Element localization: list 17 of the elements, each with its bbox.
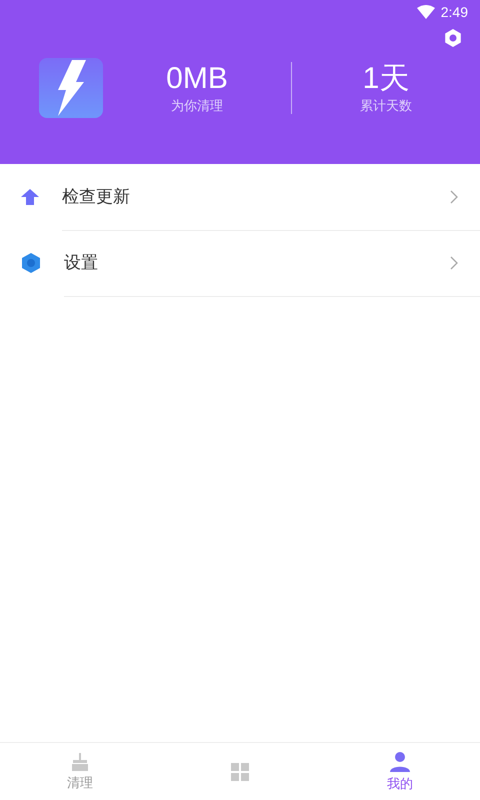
stat-value: 0MB <box>166 61 228 97</box>
stat-label: 为你清理 <box>171 98 223 115</box>
up-arrow-icon <box>20 188 40 206</box>
chevron-right-icon <box>450 256 458 270</box>
nav-tab[interactable]: 我的 <box>387 774 413 792</box>
broom-icon <box>70 752 90 772</box>
stat-label: 累计天数 <box>360 98 412 115</box>
hexagon-icon <box>20 252 42 274</box>
grid-icon <box>230 762 250 782</box>
settings-icon[interactable] <box>444 29 462 47</box>
status-time: 2:49 <box>440 4 468 20</box>
wifi-icon <box>416 5 435 19</box>
menu-item[interactable]: 设置 <box>64 251 450 274</box>
menu-item[interactable]: 检查更新 <box>62 185 450 208</box>
stat-value: 1天 <box>362 61 410 97</box>
chevron-right-icon <box>450 190 458 204</box>
person-icon <box>389 750 411 772</box>
